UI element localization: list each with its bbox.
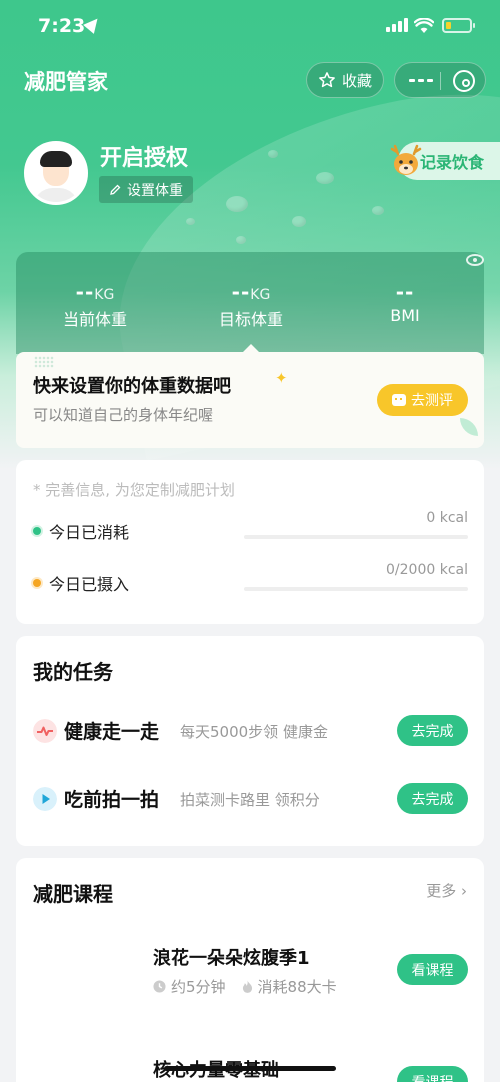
wifi-icon bbox=[414, 18, 434, 33]
task-row: 吃前拍一拍 拍菜测卡路里 领积分 去完成 bbox=[33, 783, 468, 817]
task-description: 每天5000步领 健康金 bbox=[180, 723, 328, 741]
course-title: 浪花一朵朵炫腹季1 bbox=[153, 948, 310, 969]
intake-value: 0/2000 kcal bbox=[386, 562, 468, 578]
robot-icon bbox=[392, 394, 406, 406]
energy-card: * 完善信息, 为您定制减肥计划 今日已消耗 0 kcal 今日已摄入 0/20… bbox=[16, 460, 484, 624]
water-drop bbox=[316, 172, 334, 184]
deer-mascot-icon bbox=[390, 144, 422, 175]
status-bar: 7:23 bbox=[0, 0, 500, 54]
dot-pattern bbox=[34, 356, 54, 368]
favorite-button[interactable]: 收藏 bbox=[306, 62, 384, 98]
intake-label: 今日已摄入 bbox=[49, 575, 130, 594]
course-row[interactable]: 浪花一朵朵炫腹季1 约5分钟 消耗88大卡 看课程 bbox=[33, 944, 468, 1004]
set-weight-label: 设置体重 bbox=[127, 182, 183, 199]
more-options-icon[interactable] bbox=[409, 79, 433, 82]
task-name: 健康走一走 bbox=[64, 721, 160, 743]
courses-title: 减肥课程 bbox=[33, 882, 113, 906]
more-label: 更多 bbox=[426, 882, 457, 900]
water-drop bbox=[236, 236, 246, 244]
burned-value: 0 kcal bbox=[426, 510, 468, 526]
intake-row: 今日已摄入 0/2000 kcal bbox=[33, 562, 468, 598]
burned-label: 今日已消耗 bbox=[49, 523, 130, 542]
flame-icon bbox=[242, 980, 252, 993]
stat-label: 目标体重 bbox=[218, 310, 283, 329]
course-thumbnail bbox=[33, 1056, 133, 1082]
evaluate-button[interactable]: 去测评 bbox=[377, 384, 468, 416]
app-title: 减肥管家 bbox=[24, 70, 108, 94]
authorize-title[interactable]: 开启授权 bbox=[100, 140, 188, 172]
task-description: 拍菜测卡路里 领积分 bbox=[180, 791, 320, 809]
course-meta: 约5分钟 消耗88大卡 bbox=[153, 976, 337, 997]
burned-row: 今日已消耗 0 kcal bbox=[33, 510, 468, 546]
bmi-stat[interactable]: -- BMI bbox=[330, 280, 480, 325]
record-diet-label: 记录饮食 bbox=[420, 153, 485, 172]
cellular-signal-icon bbox=[386, 18, 408, 32]
miniprogram-capsule bbox=[394, 62, 486, 98]
more-courses-link[interactable]: 更多 › bbox=[426, 880, 467, 901]
view-course-button[interactable]: 看课程 bbox=[397, 1066, 468, 1082]
star-icon bbox=[319, 72, 335, 88]
stat-label: BMI bbox=[390, 306, 420, 325]
stat-value: -- bbox=[231, 280, 251, 304]
water-drop bbox=[292, 216, 306, 227]
set-weight-button[interactable]: 设置体重 bbox=[99, 176, 193, 203]
stat-value: -- bbox=[395, 280, 415, 304]
courses-card: 减肥课程 更多 › 浪花一朵朵炫腹季1 约5分钟 消耗88大卡 看课程 核心力量… bbox=[16, 858, 484, 1082]
play-icon bbox=[33, 787, 57, 811]
location-arrow-icon bbox=[83, 14, 103, 34]
home-indicator[interactable] bbox=[164, 1066, 336, 1071]
view-course-button[interactable]: 看课程 bbox=[397, 954, 468, 985]
water-drop bbox=[372, 206, 384, 215]
tasks-card: 我的任务 健康走一走 每天5000步领 健康金 去完成 吃前拍一拍 拍菜测卡路里… bbox=[16, 636, 484, 846]
course-calories: 消耗88大卡 bbox=[257, 978, 337, 996]
prompt-title: 快来设置你的体重数据吧 bbox=[33, 376, 231, 397]
set-weight-prompt-card[interactable]: 快来设置你的体重数据吧 ✦ 可以知道自己的身体年纪喔 去测评 bbox=[16, 352, 484, 448]
current-weight-stat[interactable]: --KG 当前体重 bbox=[20, 280, 170, 330]
prompt-pointer bbox=[243, 344, 259, 352]
clock-icon bbox=[153, 980, 166, 993]
pulse-icon bbox=[33, 719, 57, 743]
status-dot bbox=[33, 579, 41, 587]
course-thumbnail bbox=[33, 944, 133, 1000]
task-row: 健康走一走 每天5000步领 健康金 去完成 bbox=[33, 715, 468, 749]
avatar[interactable] bbox=[24, 141, 88, 205]
close-miniprogram-icon[interactable] bbox=[453, 70, 475, 92]
course-duration: 约5分钟 bbox=[171, 978, 226, 996]
tasks-title: 我的任务 bbox=[33, 660, 113, 684]
capsule-divider bbox=[440, 72, 441, 90]
plan-hint[interactable]: * 完善信息, 为您定制减肥计划 bbox=[33, 479, 235, 500]
stat-unit: KG bbox=[250, 287, 271, 303]
water-drop bbox=[268, 150, 278, 158]
eye-icon[interactable] bbox=[466, 254, 484, 266]
sparkle-icon: ✦ bbox=[275, 369, 288, 387]
task-name: 吃前拍一拍 bbox=[64, 789, 160, 811]
intake-progress-bar bbox=[244, 587, 468, 591]
water-drop bbox=[226, 196, 248, 212]
status-dot bbox=[33, 527, 41, 535]
evaluate-label: 去测评 bbox=[411, 393, 453, 409]
pencil-icon bbox=[110, 184, 121, 195]
plan-hint-text: 完善信息, 为您定制减肥计划 bbox=[45, 481, 235, 499]
leaf-decoration bbox=[460, 418, 478, 436]
chevron-right-icon: › bbox=[461, 882, 467, 900]
complete-photo-button[interactable]: 去完成 bbox=[397, 783, 468, 814]
status-time: 7:23 bbox=[38, 15, 86, 37]
stat-value: -- bbox=[75, 280, 95, 304]
burned-progress-bar bbox=[244, 535, 468, 539]
stat-unit: KG bbox=[94, 287, 115, 303]
target-weight-stat[interactable]: --KG 目标体重 bbox=[176, 280, 326, 330]
prompt-subtitle: 可以知道自己的身体年纪喔 bbox=[33, 406, 214, 424]
stat-label: 当前体重 bbox=[62, 310, 127, 329]
favorite-label: 收藏 bbox=[341, 71, 372, 90]
water-drop bbox=[186, 218, 195, 225]
battery-icon bbox=[442, 18, 475, 33]
complete-walk-button[interactable]: 去完成 bbox=[397, 715, 468, 746]
